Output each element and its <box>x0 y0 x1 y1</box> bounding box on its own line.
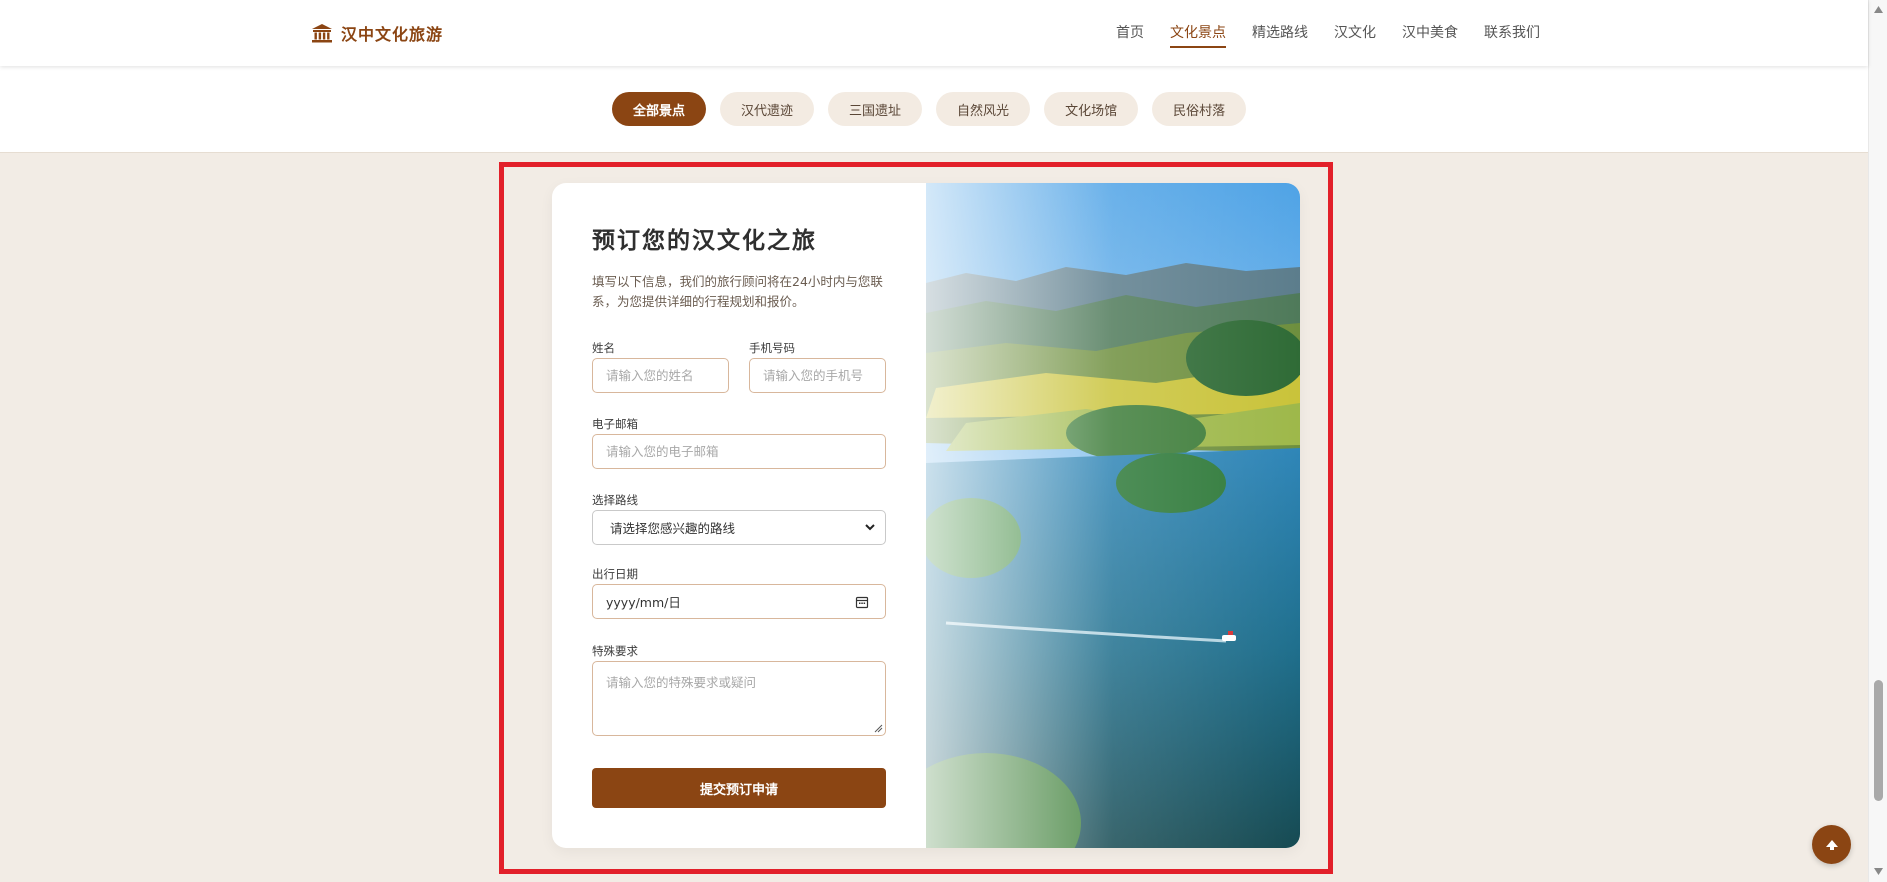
booking-title: 预订您的汉文化之旅 <box>592 227 817 254</box>
route-label: 选择路线 <box>592 493 638 507</box>
filter-museums[interactable]: 文化场馆 <box>1044 92 1139 126</box>
date-input-value: yyyy/mm/日 <box>606 595 681 610</box>
notes-label: 特殊要求 <box>592 644 638 658</box>
date-label: 出行日期 <box>592 567 638 581</box>
scrollbar-thumb[interactable] <box>1874 680 1883 801</box>
filter-all[interactable]: 全部景点 <box>612 92 707 126</box>
phone-label: 手机号码 <box>749 341 795 355</box>
email-label: 电子邮箱 <box>592 417 638 431</box>
nav-contact[interactable]: 联系我们 <box>1484 22 1540 48</box>
landscape-illustration <box>891 183 1300 848</box>
top-navbar: 汉中文化旅游 首页 文化景点 精选路线 汉文化 汉中美食 联系我们 <box>0 0 1868 66</box>
booking-card: 预订您的汉文化之旅 填写以下信息，我们的旅行顾问将在24小时内与您联系，为您提供… <box>552 183 1300 848</box>
nav-food[interactable]: 汉中美食 <box>1402 22 1458 48</box>
name-input[interactable] <box>592 358 729 393</box>
arrow-up-icon <box>1825 839 1838 850</box>
brand-name: 汉中文化旅游 <box>341 25 444 44</box>
email-input[interactable] <box>592 434 886 469</box>
filter-nature[interactable]: 自然风光 <box>936 92 1031 126</box>
filter-folk-villages[interactable]: 民俗村落 <box>1152 92 1247 126</box>
landscape-photo <box>891 183 1300 848</box>
brand-logo[interactable]: 汉中文化旅游 <box>311 20 443 46</box>
route-select-value: 请选择您感兴趣的路线 <box>610 521 736 536</box>
filter-han-relics[interactable]: 汉代遗迹 <box>720 92 815 126</box>
back-to-top-button[interactable] <box>1812 825 1851 864</box>
scroll-down-arrow-icon[interactable] <box>1873 866 1884 877</box>
route-select[interactable]: 请选择您感兴趣的路线 <box>592 510 886 545</box>
booking-description: 填写以下信息，我们的旅行顾问将在24小时内与您联系，为您提供详细的行程规划和报价… <box>592 274 883 309</box>
temple-icon <box>312 24 332 43</box>
date-input[interactable]: yyyy/mm/日 <box>592 584 886 619</box>
nav-home[interactable]: 首页 <box>1116 22 1144 48</box>
calendar-icon[interactable] <box>855 595 869 609</box>
page-scrollbar[interactable] <box>1868 0 1887 882</box>
main-nav: 首页 文化景点 精选路线 汉文化 汉中美食 联系我们 <box>1116 22 1540 48</box>
nav-routes[interactable]: 精选路线 <box>1252 22 1308 48</box>
notes-wrapper <box>592 661 886 736</box>
notes-textarea[interactable] <box>592 661 886 736</box>
resize-handle-icon[interactable] <box>873 723 883 733</box>
chevron-down-icon <box>865 524 875 531</box>
filter-three-kingdoms[interactable]: 三国遗址 <box>828 92 923 126</box>
nav-han-culture[interactable]: 汉文化 <box>1334 22 1376 48</box>
submit-booking-button[interactable]: 提交预订申请 <box>592 768 886 808</box>
nav-attractions[interactable]: 文化景点 <box>1170 22 1226 48</box>
phone-input[interactable] <box>749 358 886 393</box>
name-label: 姓名 <box>592 341 615 355</box>
booking-form: 预订您的汉文化之旅 填写以下信息，我们的旅行顾问将在24小时内与您联系，为您提供… <box>552 183 926 848</box>
scroll-up-arrow-icon[interactable] <box>1873 4 1884 15</box>
category-filter-bar: 全部景点 汉代遗迹 三国遗址 自然风光 文化场馆 民俗村落 <box>0 66 1868 153</box>
